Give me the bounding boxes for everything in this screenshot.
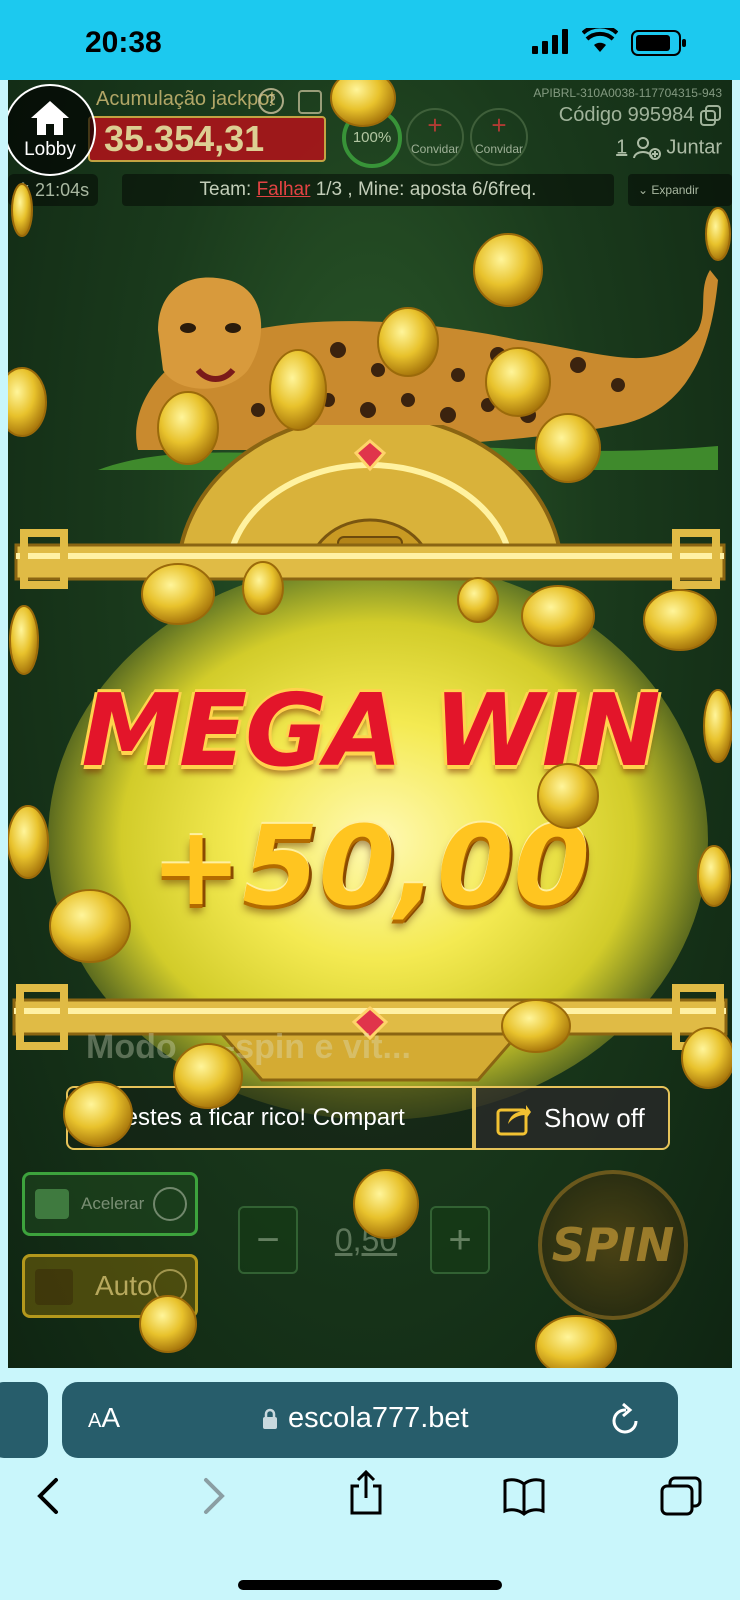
golden-frame-top [14,425,726,589]
show-off-button[interactable]: Show off [474,1086,670,1150]
team-bar: Team: Falhar 1/3 , Mine: aposta 6/6freq. [122,174,614,206]
status-bar: 20:38 [0,0,740,80]
share-message-text: estes a ficar rico! Compart [124,1104,405,1131]
join-count: 1 [616,136,628,159]
room-code-text: Código 995984 [558,104,695,126]
mode-text: Modo ... -spin e vit... [86,1028,411,1066]
wifi-icon [582,28,618,52]
previous-tab[interactable] [0,1382,48,1458]
invite-button-2[interactable]: + Convidar [470,108,528,166]
status-time: 20:38 [85,26,162,59]
back-icon[interactable] [34,1476,64,1516]
signal-icon [532,29,568,54]
join-label: Juntar [666,136,722,159]
expand-button[interactable]: ⌄ Expandir [628,174,732,206]
reload-icon[interactable] [610,1402,642,1436]
invite-label: Convidar [410,142,460,156]
game-canvas[interactable]: Acumulação jackpot ? 35.354,31 100% + Con… [8,80,732,1368]
mega-win-title: MEGA WIN [81,672,660,789]
share-icon [496,1105,531,1136]
bookmarks-icon[interactable] [502,1476,546,1516]
copy-icon[interactable] [700,104,722,127]
team-suffix: 1/3 , Mine: aposta 6/6freq. [315,179,537,200]
auto-checkbox [35,1269,73,1305]
jackpot-value: 35.354,31 [88,116,326,162]
lock-icon [263,1408,277,1429]
bet-value: 0,50 [334,1222,398,1258]
timer: ⏱ 21:04s [8,174,98,206]
browser-chrome: AAAA escola777.bet [0,1368,740,1600]
invite-button-1[interactable]: + Convidar [406,108,464,166]
accelerate-label: Acelerar [81,1194,145,1213]
list-icon[interactable] [298,90,322,114]
help-icon[interactable]: ? [258,88,284,114]
join-button[interactable]: 1 Juntar [616,136,722,160]
invite-label: Convidar [474,142,524,156]
lobby-button[interactable]: Lobby [8,84,96,176]
team-fail-link[interactable]: Falhar [257,179,311,200]
room-code[interactable]: Código 995984 [559,104,722,127]
timer-text: 21:04s [35,180,90,200]
share-message: estes a ficar rico! Compart [66,1086,474,1150]
share-sheet-icon[interactable] [346,1470,386,1516]
add-user-icon [632,137,661,160]
thumbs-up-icon [80,1103,110,1134]
win-amount: +50,00 [149,802,591,930]
accelerate-toggle[interactable]: Acelerar [22,1172,198,1236]
url-text: escola777.bet [288,1402,469,1434]
show-off-label: Show off [544,1103,645,1133]
battery-icon [631,30,686,56]
api-id: APIBRL-310A0038-117704315-943 [533,86,722,100]
lobby-label: Lobby [24,139,76,160]
tabs-icon[interactable] [660,1476,702,1516]
reader-settings-button[interactable]: AAAA [88,1402,120,1434]
forward-icon[interactable] [198,1476,228,1516]
chevron-down-icon: ⌄ [638,183,649,197]
bet-increase-button[interactable]: + [430,1206,490,1274]
auto-button[interactable]: Auto [22,1254,198,1318]
bet-decrease-button[interactable]: − [238,1206,298,1274]
jackpot-title: Acumulação jackpot [96,88,275,110]
lightning-icon [153,1187,187,1221]
home-indicator [238,1580,502,1590]
address-bar[interactable]: AAAA escola777.bet [62,1382,678,1458]
spin-button[interactable]: SPIN [538,1170,688,1320]
progress-ring: 100% [342,108,402,168]
expand-label: Expandir [651,183,699,197]
team-prefix: Team: [199,179,252,200]
play-icon [153,1269,187,1303]
auto-label: Auto [95,1270,153,1301]
home-icon [31,101,69,135]
check-icon [35,1189,69,1219]
